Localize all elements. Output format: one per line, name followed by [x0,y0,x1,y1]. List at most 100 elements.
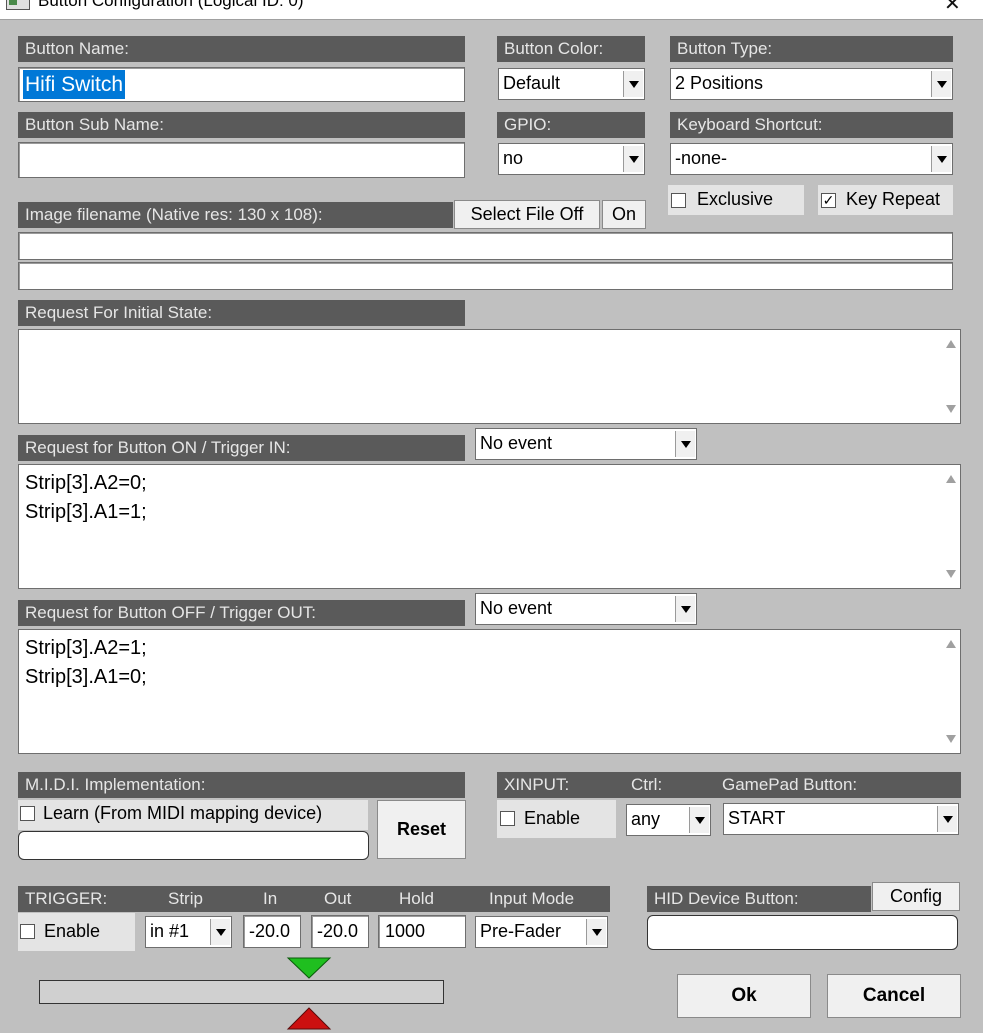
checkmark-icon: ✓ [822,192,835,208]
hid-device-field[interactable] [647,915,958,950]
chevron-down-icon[interactable] [623,146,643,172]
chevron-down-icon[interactable] [931,146,951,172]
trigger-out-input[interactable]: -20.0 [311,915,369,948]
midi-reset-button[interactable]: Reset [377,800,466,859]
xinput-enable-row[interactable]: Enable [497,800,616,838]
midi-mapping-field[interactable] [18,831,369,860]
button-type-select[interactable]: 2 Positions [670,68,953,100]
dialog-body: Button Name: Hifi Switch Button Color: D… [0,19,983,1033]
xinput-ctrl-label: Ctrl: [631,775,663,794]
xinput-enable-checkbox[interactable] [500,811,515,826]
xinput-gamepad-select[interactable]: START [723,803,959,835]
trigger-in-marker[interactable] [286,956,332,980]
button-off-event-select[interactable]: No event [475,593,697,625]
trigger-hold-label: Hold [399,889,434,908]
scroll-up-icon[interactable] [946,340,956,348]
hid-device-label: HID Device Button: [647,886,871,912]
close-icon[interactable]: ✕ [944,0,961,14]
trigger-in-label: In [263,889,278,908]
key-repeat-checkbox[interactable]: ✓ [821,193,836,208]
trigger-out-label: Out [324,889,352,908]
midi-label: M.I.D.I. Implementation: [18,772,465,798]
trigger-mode-value: Pre-Fader [480,921,562,941]
chevron-down-icon[interactable] [937,806,957,832]
trigger-enable-checkbox[interactable] [20,924,35,939]
button-on-label: Request for Button ON / Trigger IN: [18,435,465,461]
key-repeat-checkbox-row[interactable]: ✓ Key Repeat [818,185,953,215]
chevron-down-icon[interactable] [689,807,709,833]
button-type-value: 2 Positions [675,73,764,93]
button-name-value: Hifi Switch [23,70,126,99]
gpio-value: no [503,148,524,168]
scroll-up-icon[interactable] [946,475,956,483]
xinput-header: XINPUT: Ctrl: GamePad Button: [497,772,961,798]
trigger-strip-label: Strip [168,889,203,908]
cancel-button[interactable]: Cancel [827,974,961,1018]
window-title: Button Configuration (Logical ID: 0) [38,0,304,10]
exclusive-label: Exclusive [697,189,774,209]
button-on-event-select[interactable]: No event [475,428,697,460]
keyboard-shortcut-value: -none- [675,148,728,168]
midi-learn-checkbox[interactable] [20,806,35,821]
button-on-text: Strip[3].A2=0; Strip[3].A1=1; [25,472,147,523]
chevron-down-icon[interactable] [210,919,230,945]
button-sub-name-input[interactable] [18,142,465,178]
trigger-level-meter [39,980,444,1004]
scroll-down-icon[interactable] [946,570,956,578]
button-off-textarea[interactable]: Strip[3].A2=1; Strip[3].A1=0; [18,629,961,754]
button-color-select[interactable]: Default [498,68,645,100]
trigger-header: TRIGGER: Strip In Out Hold Input Mode [18,886,610,912]
gpio-select[interactable]: no [498,143,645,175]
image-file-off-input[interactable] [18,232,953,260]
button-on-event-value: No event [480,433,553,453]
xinput-ctrl-value: any [631,809,661,829]
xinput-gamepad-label: GamePad Button: [722,775,858,794]
trigger-strip-select[interactable]: in #1 [145,916,232,948]
button-configuration-dialog: Button Configuration (Logical ID: 0) ✕ B… [0,0,983,1033]
trigger-label: TRIGGER: [25,889,108,908]
button-sub-name-label: Button Sub Name: [18,112,465,138]
midi-learn-label: Learn (From MIDI mapping device) [43,803,323,823]
chevron-down-icon[interactable] [623,71,643,97]
trigger-in-input[interactable]: -20.0 [243,915,301,948]
scroll-up-icon[interactable] [946,640,956,648]
hid-config-button[interactable]: Config [872,882,960,911]
scroll-down-icon[interactable] [946,735,956,743]
scroll-down-icon[interactable] [946,405,956,413]
chevron-down-icon[interactable] [586,919,606,945]
xinput-ctrl-select[interactable]: any [626,804,711,836]
trigger-strip-value: in #1 [150,921,190,941]
trigger-out-marker[interactable] [286,1006,332,1030]
xinput-gamepad-value: START [728,808,786,828]
keyboard-shortcut-select[interactable]: -none- [670,143,953,175]
exclusive-checkbox[interactable] [671,193,686,208]
scrollbar[interactable] [942,630,960,753]
xinput-label: XINPUT: [504,775,570,794]
chevron-down-icon[interactable] [931,71,951,97]
initial-state-label: Request For Initial State: [18,300,465,326]
exclusive-checkbox-row[interactable]: Exclusive [668,185,804,215]
title-bar: Button Configuration (Logical ID: 0) ✕ [0,0,983,19]
keyboard-shortcut-label: Keyboard Shortcut: [670,112,953,138]
trigger-mode-select[interactable]: Pre-Fader [475,916,608,948]
chevron-down-icon[interactable] [675,596,695,622]
button-name-input[interactable]: Hifi Switch [18,67,465,102]
initial-state-textarea[interactable] [18,329,961,424]
select-file-on-button[interactable]: On [602,200,646,229]
trigger-mode-label: Input Mode [489,889,575,908]
scrollbar[interactable] [942,465,960,588]
trigger-enable-label: Enable [44,921,101,941]
ok-button[interactable]: Ok [677,974,811,1018]
scrollbar[interactable] [942,330,960,423]
trigger-enable-row[interactable]: Enable [18,913,135,951]
midi-learn-checkbox-row[interactable]: Learn (From MIDI mapping device) [18,800,368,830]
select-file-off-button[interactable]: Select File Off [454,200,600,229]
trigger-hold-input[interactable]: 1000 [378,915,466,948]
chevron-down-icon[interactable] [675,431,695,457]
xinput-enable-label: Enable [524,808,581,828]
button-type-label: Button Type: [670,36,953,62]
image-file-on-input[interactable] [18,262,953,290]
gpio-label: GPIO: [497,112,645,138]
button-on-textarea[interactable]: Strip[3].A2=0; Strip[3].A1=1; [18,464,961,589]
image-filename-label: Image filename (Native res: 130 x 108): [18,202,453,228]
